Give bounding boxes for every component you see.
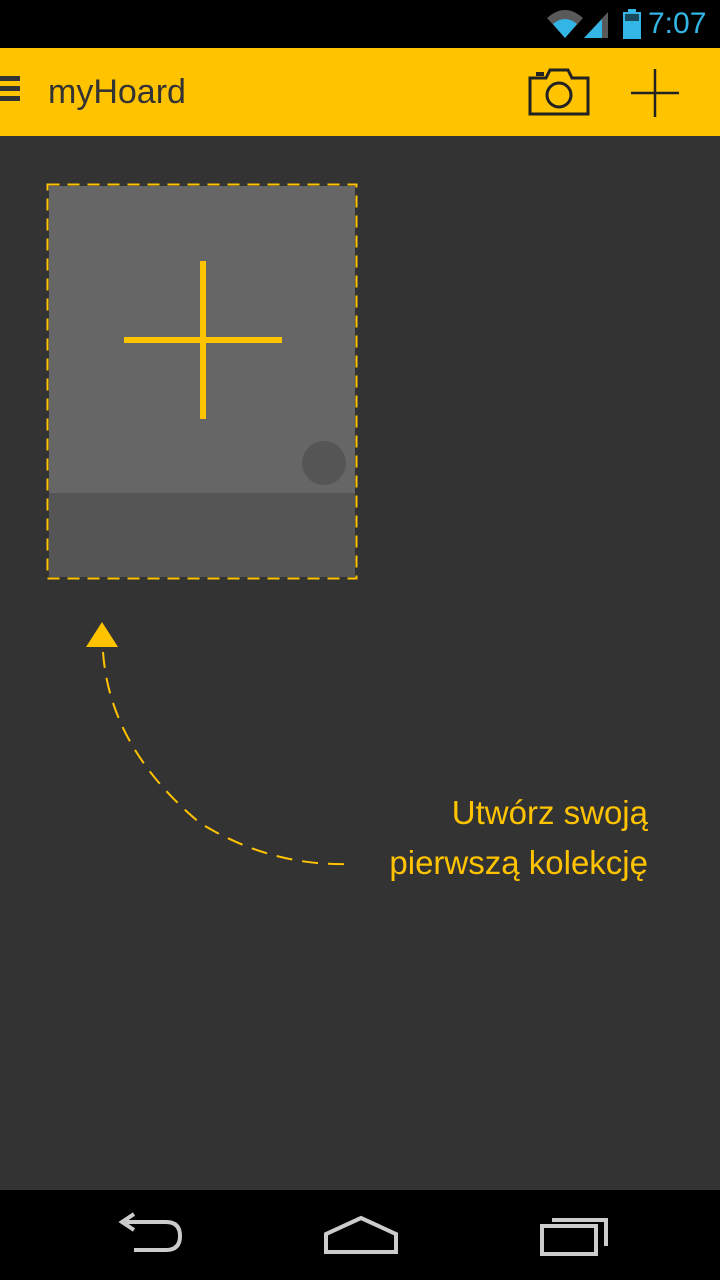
recent-apps-icon[interactable] [538,1212,612,1258]
home-icon[interactable] [322,1212,400,1258]
wifi-icon [547,10,583,38]
camera-icon[interactable] [526,66,592,118]
app-title: myHoard [48,73,186,111]
navigation-bar [0,1190,720,1280]
back-icon[interactable] [112,1212,186,1258]
add-collection-card[interactable] [46,183,358,580]
battery-icon [623,9,641,39]
status-clock: 7:07 [648,7,707,40]
empty-state-hint: Utwórz swoją pierwszą kolekcję [300,788,648,888]
signal-icon [584,12,608,38]
action-bar: myHoard [0,48,720,136]
status-bar: 7:07 [0,0,720,48]
hint-line-1: Utwórz swoją [451,794,648,831]
menu-icon[interactable] [0,76,20,106]
dashed-card-border [46,183,358,580]
hint-line-2: pierwszą kolekcję [389,844,648,881]
add-icon[interactable] [628,66,682,120]
